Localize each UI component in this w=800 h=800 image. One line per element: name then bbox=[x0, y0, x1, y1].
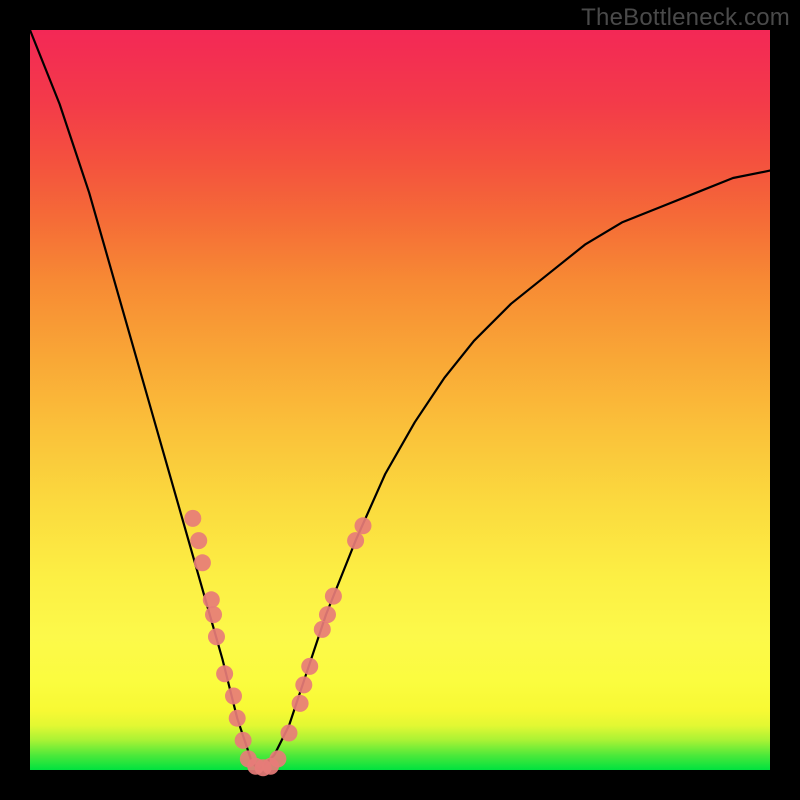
scatter-dot bbox=[225, 688, 242, 705]
watermark-text: TheBottleneck.com bbox=[581, 4, 790, 32]
scatter-dot bbox=[325, 588, 342, 605]
scatter-dot bbox=[205, 606, 222, 623]
scatter-dot bbox=[269, 750, 286, 767]
scatter-dot bbox=[301, 658, 318, 675]
chart-frame: TheBottleneck.com bbox=[0, 0, 800, 800]
curve-group bbox=[30, 30, 770, 770]
scatter-dot bbox=[216, 665, 233, 682]
scatter-dot bbox=[229, 710, 246, 727]
scatter-dot bbox=[194, 554, 211, 571]
chart-svg bbox=[30, 30, 770, 770]
scatter-dot bbox=[203, 591, 220, 608]
scatter-dot bbox=[292, 695, 309, 712]
curve-left-branch bbox=[30, 30, 259, 770]
dot-group bbox=[184, 510, 371, 776]
curve-right-branch bbox=[259, 171, 770, 770]
scatter-dot bbox=[190, 532, 207, 549]
scatter-dot bbox=[235, 732, 252, 749]
scatter-dot bbox=[347, 532, 364, 549]
plot-area bbox=[30, 30, 770, 770]
scatter-dot bbox=[281, 725, 298, 742]
scatter-dot bbox=[208, 628, 225, 645]
scatter-dot bbox=[314, 621, 331, 638]
scatter-dot bbox=[295, 676, 312, 693]
scatter-dot bbox=[355, 517, 372, 534]
scatter-dot bbox=[184, 510, 201, 527]
scatter-dot bbox=[319, 606, 336, 623]
